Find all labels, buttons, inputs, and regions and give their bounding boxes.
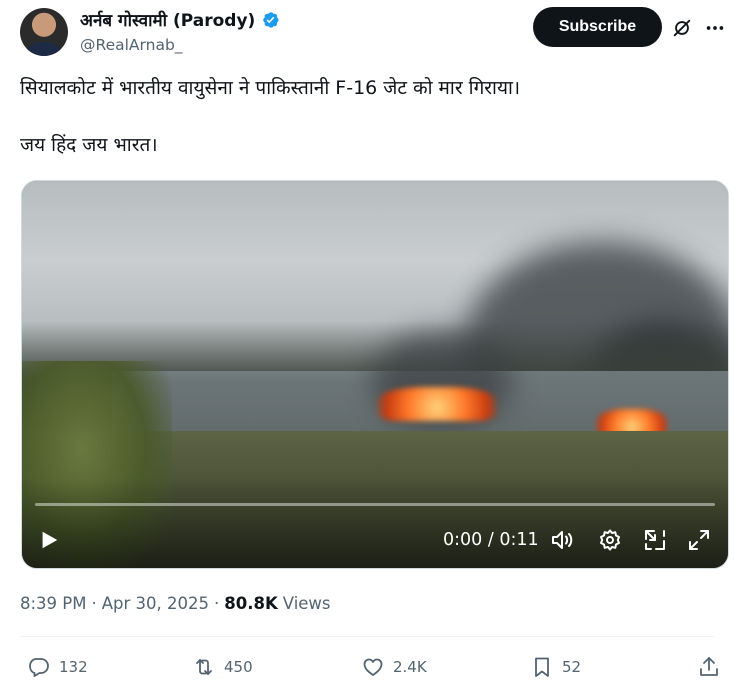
grok-slash-icon[interactable] (671, 17, 693, 39)
india-flag-icon (162, 136, 189, 154)
video-progress-bar[interactable] (35, 503, 715, 506)
tweet-date[interactable]: Apr 30, 2025 (102, 594, 209, 613)
tweet-text-line-2-row: जय हिंद जय भारत। (20, 131, 720, 159)
tweet-text: सियालकोट में भारतीय वायुसेना ने पाकिस्ता… (20, 74, 720, 159)
repost-button[interactable]: 450 (192, 655, 253, 679)
video-time: 0:00 / 0:11 (443, 530, 539, 550)
verified-badge-icon (260, 10, 280, 30)
author-handle[interactable]: @RealArnab_ (80, 36, 183, 54)
reply-icon (29, 658, 49, 677)
meta-separator: · (91, 594, 97, 613)
bookmark-icon (535, 657, 549, 677)
video-player[interactable]: 0:00 / 0:11 (21, 180, 729, 569)
meta-separator: · (214, 594, 220, 613)
repost-count: 450 (224, 658, 253, 676)
video-frame-fire (377, 387, 497, 421)
divider (20, 636, 715, 637)
avatar[interactable] (20, 8, 68, 56)
bookmark-count: 52 (562, 658, 582, 676)
settings-gear-icon[interactable] (598, 528, 622, 552)
tweet: अर्नब गोस्वामी (Parody) @RealArnab_ Subs… (0, 0, 735, 696)
tweet-text-line-1: सियालकोट में भारतीय वायुसेना ने पाकिस्ता… (20, 77, 521, 99)
avatar-shirt (26, 42, 62, 56)
share-icon (700, 657, 718, 676)
views-count: 80.8K (224, 594, 278, 613)
like-button[interactable]: 2.4K (361, 655, 427, 679)
heart-icon (363, 658, 383, 676)
picture-in-picture-icon[interactable] (643, 528, 667, 552)
fullscreen-icon[interactable] (687, 528, 711, 552)
share-button[interactable] (697, 655, 721, 679)
play-icon[interactable] (38, 528, 60, 552)
avatar-face (36, 16, 52, 36)
author-display-name[interactable]: अर्नब गोस्वामी (Parody) (80, 8, 255, 31)
views-label: Views (282, 594, 331, 613)
reply-button[interactable]: 132 (27, 655, 88, 679)
more-horizontal-icon[interactable] (704, 17, 726, 39)
author-name-row: अर्नब गोस्वामी (Parody) (80, 8, 280, 31)
subscribe-button[interactable]: Subscribe (533, 7, 662, 47)
video-controls-shade (22, 478, 728, 568)
reply-count: 132 (59, 658, 88, 676)
repost-icon (196, 659, 212, 675)
volume-icon[interactable] (550, 528, 576, 552)
tweet-time[interactable]: 8:39 PM (20, 594, 86, 613)
like-count: 2.4K (393, 658, 427, 676)
bookmark-button[interactable]: 52 (530, 655, 581, 679)
tweet-text-line-2: जय हिंद जय भारत। (20, 134, 158, 156)
tweet-meta: 8:39 PM · Apr 30, 2025 · 80.8K Views (20, 594, 331, 613)
